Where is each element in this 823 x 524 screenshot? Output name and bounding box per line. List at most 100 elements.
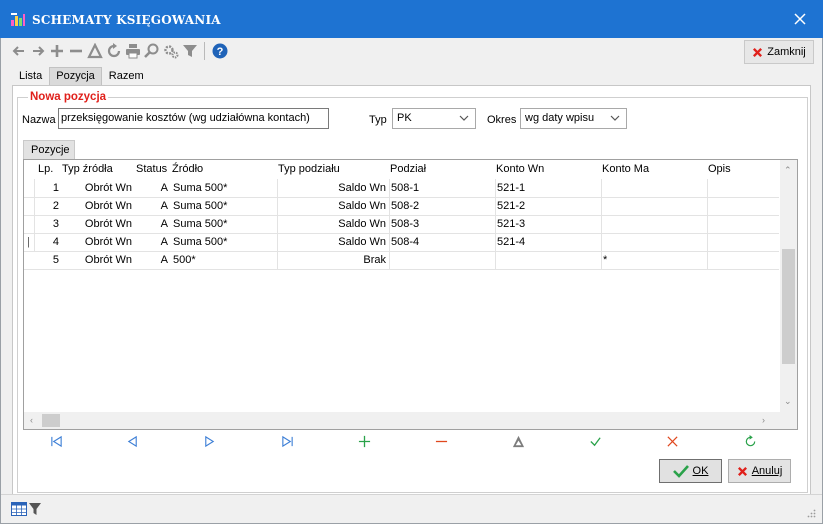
cell-opis	[709, 179, 779, 197]
typ-label: Typ	[369, 114, 387, 126]
column-header-konto-ma[interactable]: Konto Ma	[602, 160, 649, 179]
horizontal-scrollbar[interactable]: ‹ ›	[24, 412, 797, 429]
svg-text:?: ?	[216, 46, 223, 58]
cell-lp: 1	[52, 182, 59, 194]
cell-opis	[709, 233, 779, 251]
table-icon[interactable]	[11, 502, 27, 516]
cell-podzial	[391, 251, 491, 269]
refresh-record-button[interactable]	[742, 433, 758, 449]
triangle-icon	[86, 43, 103, 59]
add-button[interactable]	[47, 41, 66, 61]
cell-konto-wn: 521-4	[497, 236, 526, 248]
edit-button[interactable]	[85, 41, 104, 61]
delete-record-icon	[435, 440, 447, 442]
scroll-right-icon[interactable]: ›	[762, 415, 765, 425]
typ-select[interactable]: PK	[392, 108, 476, 129]
close-red-icon	[737, 466, 747, 476]
delete-record-button[interactable]	[433, 433, 449, 449]
tab-pozycje[interactable]: Pozycje	[23, 140, 75, 159]
table-row[interactable]: 2 Obrót Wn A Suma 500* Saldo Wn 508-2 521-2	[24, 197, 779, 215]
prev-record-button[interactable]	[124, 433, 140, 449]
row-marker	[27, 251, 35, 269]
table-row[interactable]: 1 Obrót Wn A Suma 500* Saldo Wn 508-1 521-1	[24, 179, 779, 197]
last-record-button[interactable]	[279, 433, 295, 449]
next-record-button[interactable]	[201, 433, 217, 449]
column-header-zrodlo[interactable]: Źródło	[172, 160, 203, 179]
search-button[interactable]	[142, 41, 161, 61]
cell-zrodlo: 500*	[173, 254, 196, 266]
zamknij-button[interactable]: Zamknij	[744, 40, 814, 64]
cell-podzial: 508-1	[391, 182, 420, 194]
cell-typ-podzialu: Saldo Wn	[338, 182, 386, 194]
cell-konto-wn: 521-1	[497, 182, 526, 194]
cell-zrodlo: Suma 500*	[173, 182, 228, 194]
anuluj-button[interactable]: Anuluj	[728, 459, 791, 483]
cell-podzial: 508-2	[391, 200, 420, 212]
edit-record-button[interactable]	[510, 433, 526, 449]
title-bar: SCHEMATY KSIĘGOWANIA	[0, 0, 823, 38]
scroll-left-icon[interactable]: ‹	[30, 415, 33, 425]
refresh-record-icon	[745, 434, 755, 446]
filter-button[interactable]	[180, 41, 199, 61]
tab-lista[interactable]: Lista	[12, 67, 49, 85]
tab-panel: Nowa pozycja Nazwa przeksięgowanie koszt…	[12, 85, 811, 500]
cell-opis	[709, 215, 779, 233]
close-red-icon	[753, 47, 763, 57]
cell-zrodlo: Suma 500*	[173, 236, 228, 248]
column-header-typ-podzialu[interactable]: Typ podziału	[278, 160, 340, 179]
forward-button[interactable]	[28, 41, 47, 61]
cell-lp: 5	[52, 254, 59, 266]
okres-select[interactable]: wg daty wpisu	[520, 108, 627, 129]
column-header-typ-zrodla[interactable]: Typ źródła	[62, 160, 113, 179]
vertical-scroll-thumb[interactable]	[782, 249, 795, 364]
filter-icon[interactable]	[29, 502, 41, 516]
horizontal-scroll-thumb[interactable]	[42, 414, 60, 427]
chevron-down-icon	[610, 115, 620, 121]
tab-pozycja[interactable]: Pozycja	[49, 67, 102, 85]
table-row[interactable]: | 4 Obrót Wn A Suma 500* Saldo Wn 508-4 521-4	[24, 233, 779, 251]
remove-button[interactable]	[66, 41, 85, 61]
post-record-button[interactable]	[587, 433, 603, 449]
column-header-status[interactable]: Status	[136, 160, 167, 179]
cell-konto-wn: 521-3	[497, 218, 526, 230]
app-icon	[11, 13, 25, 26]
help-button[interactable]: ?	[210, 41, 229, 61]
window-close-button[interactable]	[777, 0, 823, 38]
cell-lp: 4	[52, 236, 59, 248]
print-button[interactable]	[123, 41, 142, 61]
add-record-button[interactable]	[356, 433, 372, 449]
column-header-podzial[interactable]: Podział	[390, 160, 426, 179]
cell-lp: 2	[52, 200, 59, 212]
refresh-button[interactable]	[104, 41, 123, 61]
nazwa-input[interactable]: przeksięgowanie kosztów (wg udziałówna k…	[58, 108, 329, 129]
row-marker	[27, 215, 35, 233]
back-button[interactable]	[9, 41, 28, 61]
scroll-up-icon[interactable]: ⌃	[784, 165, 792, 175]
edit-record-icon	[512, 435, 524, 447]
cell-konto-ma	[603, 179, 703, 197]
scroll-down-icon[interactable]: ⌄	[784, 396, 792, 406]
table-row[interactable]: 3 Obrót Wn A Suma 500* Saldo Wn 508-3 521-3	[24, 215, 779, 233]
search-icon	[143, 43, 158, 58]
first-record-button[interactable]	[48, 433, 64, 449]
close-icon	[794, 13, 806, 25]
settings-icon	[163, 45, 178, 59]
column-header-konto-wn[interactable]: Konto Wn	[496, 160, 544, 179]
tab-razem[interactable]: Razem	[102, 67, 151, 85]
table-row[interactable]: 5 Obrót Wn A 500* Brak *	[24, 251, 779, 269]
vertical-scrollbar[interactable]: ⌃ ⌄	[780, 160, 797, 413]
typ-value: PK	[397, 112, 412, 124]
column-header-opis[interactable]: Opis	[708, 160, 731, 179]
window-title: SCHEMATY KSIĘGOWANIA	[32, 13, 221, 27]
column-header-lp[interactable]: Lp.	[38, 160, 53, 179]
settings-button[interactable]	[161, 41, 180, 61]
cancel-record-button[interactable]	[664, 433, 680, 449]
status-icons	[11, 502, 41, 516]
cell-status: A	[160, 236, 168, 248]
next-record-icon	[204, 435, 214, 447]
cell-konto-wn	[497, 251, 597, 269]
ok-button[interactable]: OK	[659, 459, 722, 483]
okres-label: Okres	[487, 114, 517, 126]
positions-grid[interactable]: Lp. Typ źródła Status Źródło Typ podział…	[23, 159, 798, 430]
resize-grip-icon[interactable]	[806, 508, 816, 518]
